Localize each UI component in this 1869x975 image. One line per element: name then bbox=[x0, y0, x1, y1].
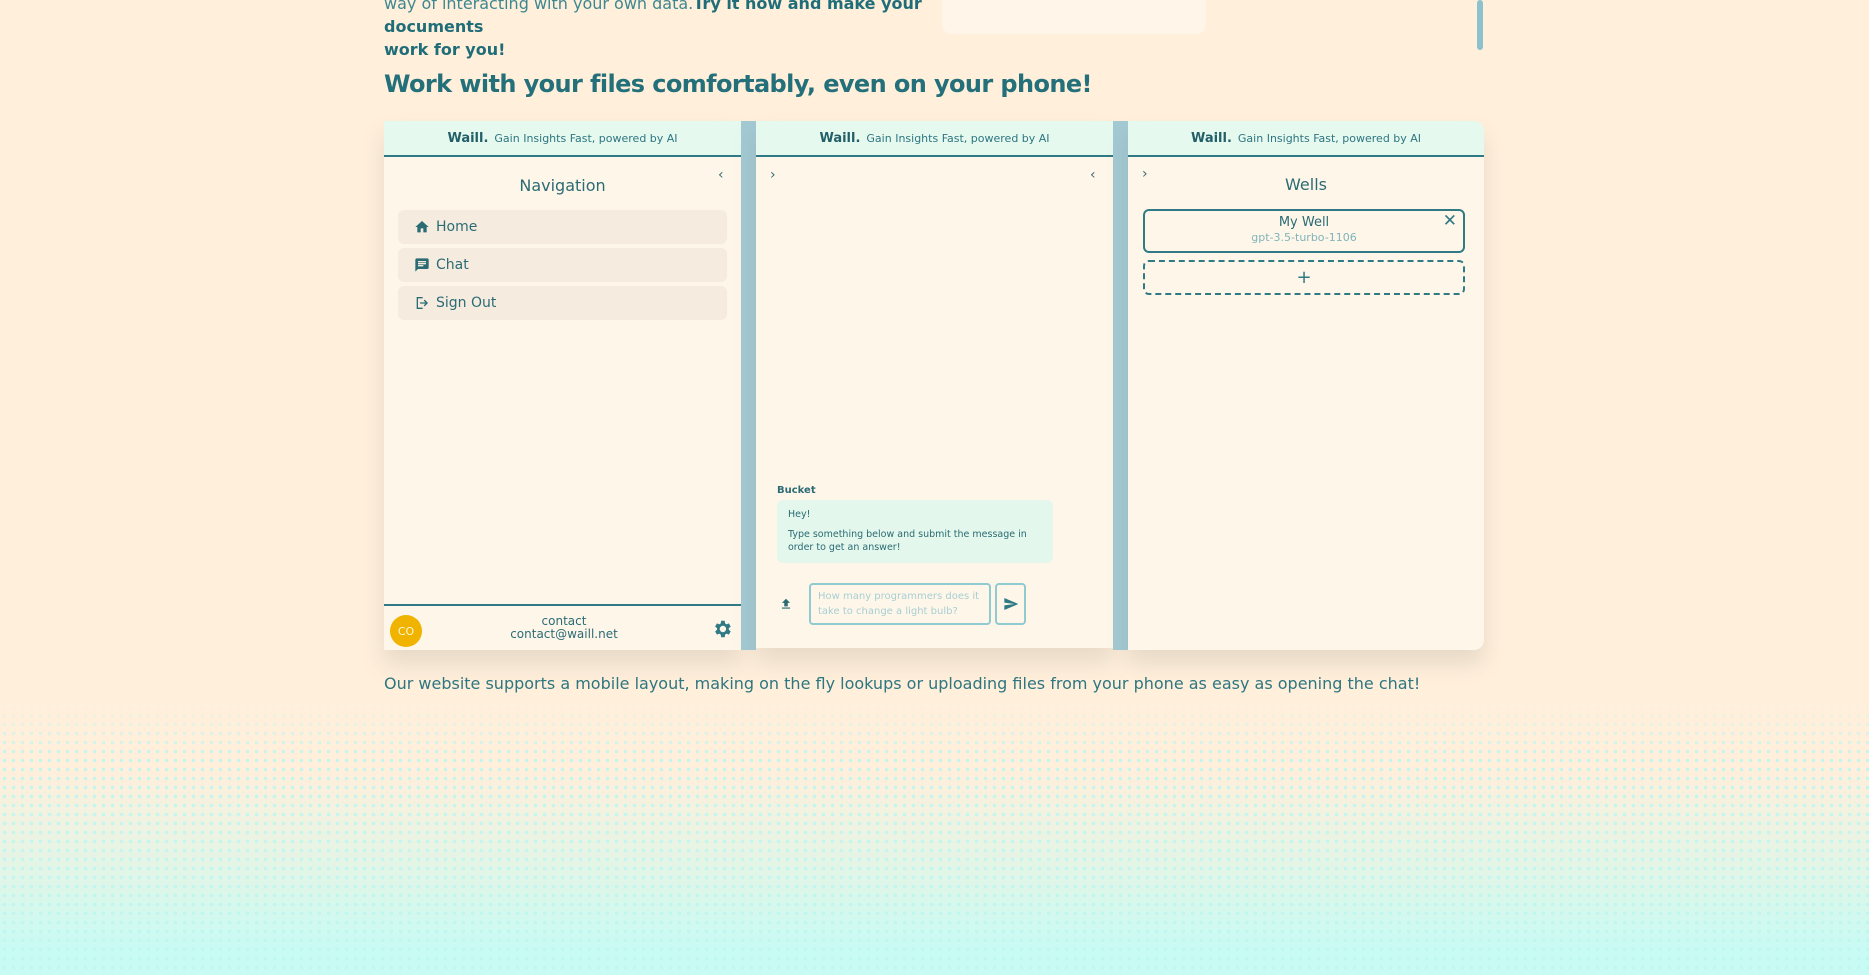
navigation-title: Navigation bbox=[519, 176, 606, 195]
user-email: contact@waill.net bbox=[510, 627, 618, 641]
intro-bold-2: work for you! bbox=[384, 40, 506, 59]
brand-logo: Waill. bbox=[819, 130, 861, 146]
well-card[interactable]: My Well gpt-3.5-turbo-1106 ✕ bbox=[1143, 209, 1465, 253]
brand-logo: Waill. bbox=[1190, 130, 1232, 146]
send-button[interactable] bbox=[995, 583, 1026, 625]
message-text: Type something below and submit the mess… bbox=[788, 529, 1027, 553]
home-icon bbox=[415, 221, 429, 233]
section-caption: Our website supports a mobile layout, ma… bbox=[384, 674, 1421, 693]
panel-divider bbox=[1113, 121, 1128, 650]
panel-divider bbox=[741, 121, 756, 650]
message-sender: Bucket bbox=[777, 485, 816, 496]
close-icon[interactable]: ✕ bbox=[1443, 211, 1457, 231]
tagline: Gain Insights Fast, powered by AI bbox=[866, 131, 1050, 145]
chevron-right-icon[interactable]: › bbox=[770, 167, 776, 183]
send-icon bbox=[1003, 598, 1018, 610]
nav-item-label: Sign Out bbox=[436, 295, 497, 311]
scrollbar[interactable] bbox=[1477, 0, 1483, 50]
user-info: contact contact@waill.net bbox=[444, 615, 684, 641]
gear-icon[interactable] bbox=[711, 618, 733, 640]
chat-input[interactable]: How many programmers does it take to cha… bbox=[809, 583, 991, 625]
intro-text: way of interacting with your own data.Tr… bbox=[384, 0, 924, 61]
nav-item-sign-out[interactable]: Sign Out bbox=[398, 286, 727, 320]
nav-item-chat[interactable]: Chat bbox=[398, 248, 727, 282]
brand-logo: Waill. bbox=[447, 130, 489, 146]
app-header: Waill. Gain Insights Fast, powered by AI bbox=[756, 121, 1113, 157]
app-header: Waill. Gain Insights Fast, powered by AI bbox=[384, 121, 741, 157]
well-model: gpt-3.5-turbo-1106 bbox=[1251, 231, 1357, 244]
intro-plain: way of interacting with your own data. bbox=[384, 0, 694, 13]
add-well-button[interactable]: + bbox=[1143, 260, 1465, 295]
wells-phone-panel: Waill. Gain Insights Fast, powered by AI… bbox=[1128, 121, 1484, 650]
nav-item-home[interactable]: Home bbox=[398, 210, 727, 244]
chat-phone-panel: Waill. Gain Insights Fast, powered by AI… bbox=[756, 121, 1113, 648]
upload-icon[interactable] bbox=[779, 596, 793, 612]
wells-title: Wells bbox=[1285, 175, 1327, 194]
top-card bbox=[942, 0, 1206, 34]
nav-item-label: Chat bbox=[436, 257, 469, 273]
tagline: Gain Insights Fast, powered by AI bbox=[1237, 131, 1422, 145]
navigation-phone-panel: Waill. Gain Insights Fast, powered by AI… bbox=[384, 121, 741, 650]
tagline: Gain Insights Fast, powered by AI bbox=[494, 131, 678, 145]
message-text: Hey! bbox=[788, 509, 811, 520]
well-name: My Well bbox=[1278, 215, 1330, 230]
avatar[interactable]: CO bbox=[390, 615, 422, 647]
chevron-left-icon[interactable]: ‹ bbox=[1090, 167, 1096, 183]
chat-message: Hey! Type something below and submit the… bbox=[777, 500, 1053, 563]
nav-item-label: Home bbox=[436, 219, 478, 235]
chat-icon bbox=[415, 258, 429, 272]
sign-out-icon bbox=[416, 297, 428, 309]
user-footer: CO contact contact@waill.net bbox=[384, 604, 741, 650]
section-heading: Work with your files comfortably, even o… bbox=[384, 70, 1092, 98]
app-header: Waill. Gain Insights Fast, powered by AI bbox=[1128, 121, 1484, 157]
